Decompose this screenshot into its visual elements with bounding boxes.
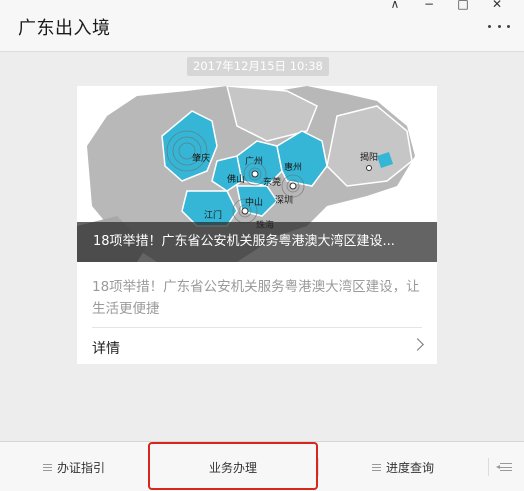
article-cover-title[interactable]: 18项举措！广东省公安机关服务粤港澳大湾区建设... (77, 222, 437, 262)
article-digest: 18项举措！广东省公安机关服务粤港澳大湾区建设，让生活更便捷 (92, 279, 420, 317)
map-label-shenzhen: 深圳 (275, 195, 293, 206)
map-label-huizhou: 惠州 (284, 161, 302, 173)
map-label-foshan: 佛山 (227, 173, 245, 185)
menu-item-progress[interactable]: 进度查询 (318, 442, 488, 491)
maximize-icon[interactable]: □ (446, 0, 480, 11)
detail-label: 详情 (92, 341, 120, 357)
map-label-zhongshan: 中山 (245, 196, 263, 208)
chat-window: ⊼ − □ ✕ 广东出入境 2017年12月15日 10:38 肇庆 广州 惠州… (0, 0, 524, 491)
map-label-zhaoqing: 肇庆 (192, 152, 210, 164)
article-detail-link[interactable]: 详情 (77, 328, 437, 364)
bottom-menu-bar: 办证指引 业务办理 进度查询 (0, 441, 524, 491)
article-cover-image[interactable]: 肇庆 广州 惠州 揭阳 佛山 东莞 深圳 中山 江门 珠海 18项举措！广东省公… (77, 86, 437, 262)
more-options-icon[interactable] (488, 19, 510, 33)
window-controls: ⊼ − □ ✕ (378, 0, 514, 11)
map-label-jieyang: 揭阳 (360, 151, 378, 163)
menu-item-business[interactable]: 业务办理 (148, 442, 318, 491)
message-timestamp: 2017年12月15日 10:38 (187, 57, 329, 76)
map-label-jiangmen: 江门 (204, 209, 222, 221)
minimize-icon[interactable]: − (412, 0, 446, 11)
pin-icon[interactable]: ⊼ (378, 0, 412, 11)
chevron-right-icon (411, 338, 424, 351)
article-card[interactable]: 肇庆 广州 惠州 揭阳 佛山 东莞 深圳 中山 江门 珠海 18项举措！广东省公… (77, 86, 437, 364)
close-icon[interactable]: ✕ (480, 0, 514, 11)
keyboard-switch-icon[interactable] (488, 442, 524, 491)
chat-header: ⊼ − □ ✕ 广东出入境 (0, 0, 524, 52)
menu-item-label: 进度查询 (385, 460, 434, 475)
menu-list-icon (371, 463, 381, 471)
menu-item-guide[interactable]: 办证指引 (0, 442, 148, 491)
map-label-dongguan: 东莞 (263, 176, 281, 188)
menu-list-icon (42, 463, 52, 471)
map-label-guangzhou: 广州 (245, 155, 263, 167)
menu-item-label: 办证指引 (56, 460, 105, 475)
menu-item-label: 业务办理 (208, 460, 257, 475)
chat-title: 广东出入境 (18, 18, 111, 39)
